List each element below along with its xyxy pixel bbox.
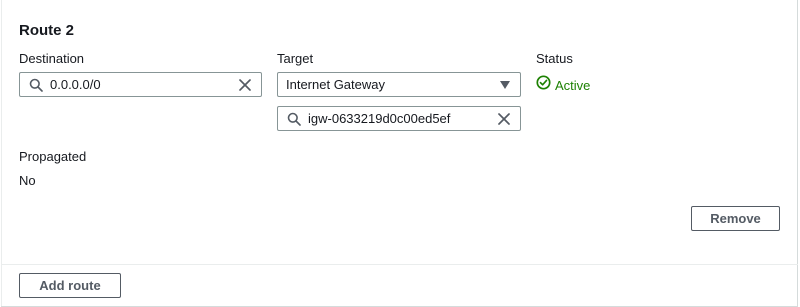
caret-down-icon — [499, 79, 511, 91]
route-panel — [1, 0, 798, 307]
propagated-value: No — [19, 173, 36, 188]
destination-value: 0.0.0.0/0 — [50, 77, 101, 92]
propagated-label: Propagated — [19, 149, 87, 164]
destination-label: Destination — [19, 51, 85, 66]
remove-button[interactable]: Remove — [691, 206, 780, 231]
status-indicator: Active — [536, 75, 590, 95]
target-select[interactable]: Internet Gateway — [277, 72, 521, 97]
target-label: Target — [277, 51, 314, 66]
search-icon — [286, 111, 302, 127]
close-icon[interactable] — [496, 111, 512, 127]
target-selected-value: Internet Gateway — [286, 77, 385, 92]
target-search-input[interactable]: igw-0633219d0c00ed5ef — [277, 106, 521, 131]
search-icon — [28, 77, 44, 93]
check-circle-icon — [536, 75, 551, 95]
close-icon[interactable] — [237, 77, 253, 93]
target-search-value: igw-0633219d0c00ed5ef — [308, 111, 451, 126]
destination-input[interactable]: 0.0.0.0/0 — [19, 72, 262, 97]
route-title: Route 2 — [19, 22, 75, 39]
add-route-button[interactable]: Add route — [19, 273, 121, 298]
footer-divider — [1, 264, 798, 265]
status-label: Status — [536, 51, 573, 66]
status-value: Active — [555, 77, 591, 93]
